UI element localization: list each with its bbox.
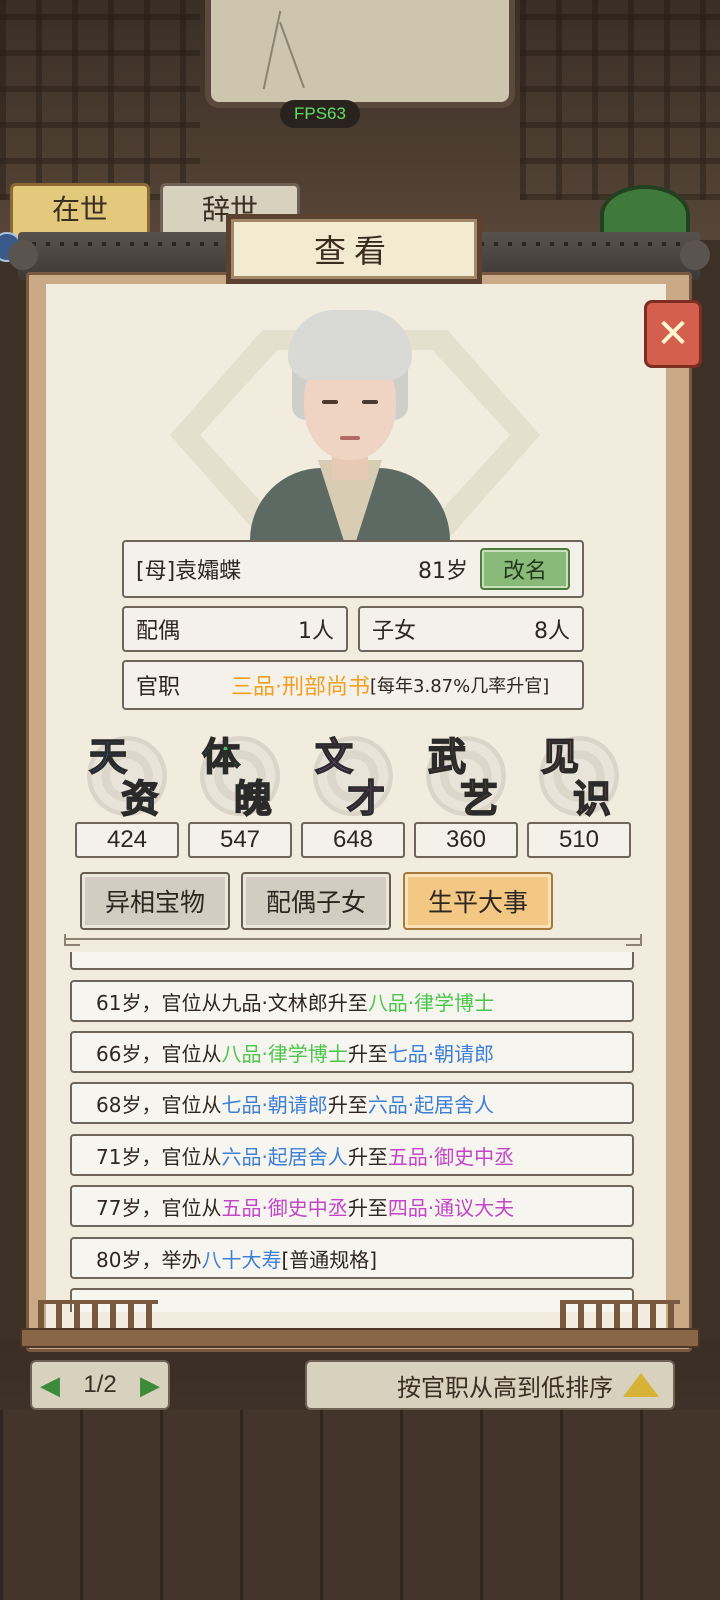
roof-ornament	[8, 240, 38, 270]
sort-label: 按官职从高到低排序	[397, 1373, 613, 1402]
name-row: [母]袁孀蝶 81岁 改名	[122, 540, 584, 598]
tab-spouse-children[interactable]: 配偶子女	[241, 872, 391, 930]
spouse-row: 配偶 1人	[122, 606, 348, 652]
list-item	[70, 952, 634, 970]
next-page-icon[interactable]: ▶	[140, 1370, 160, 1401]
office-rank: 三品·刑部尚书	[231, 675, 370, 700]
attribute-value: 424	[75, 822, 179, 858]
window-lattice	[520, 0, 720, 200]
attribute-knowledge: 见 识 510	[527, 724, 631, 858]
children-value: 8人	[534, 619, 570, 644]
attribute-value: 547	[188, 822, 292, 858]
roof-ornament	[680, 240, 710, 270]
children-row: 子女 8人	[358, 606, 584, 652]
wall-painting	[205, 0, 515, 108]
spouse-label: 配偶	[136, 619, 181, 644]
attribute-martial: 武 艺 360	[414, 724, 518, 858]
office-label: 官职	[136, 675, 181, 700]
modal-title: 查看	[226, 214, 482, 284]
attribute-char: 识	[572, 775, 612, 822]
promotion-rate: [每年3.87%几率升官]	[370, 676, 550, 697]
list-item: 77岁，官位从 五品·御史中丞 升至 四品·通议大夫	[70, 1185, 634, 1227]
prev-page-icon[interactable]: ◀	[40, 1370, 60, 1401]
tab-life-events[interactable]: 生平大事	[403, 872, 553, 930]
attribute-char: 资	[120, 775, 160, 822]
rename-button[interactable]: 改名	[480, 548, 570, 590]
attribute-talent: 天 资 424	[75, 724, 179, 858]
sort-triangle-icon	[623, 1373, 659, 1397]
page-indicator: 1/2	[83, 1371, 117, 1398]
list-item: 68岁，官位从 七品·朝请郎 升至 六品·起居舍人	[70, 1082, 634, 1124]
children-label: 子女	[372, 619, 417, 644]
spouse-value: 1人	[298, 619, 334, 644]
list-item: 66岁，官位从 八品·律学博士 升至 七品·朝请郎	[70, 1031, 634, 1073]
life-events-list[interactable]: 61岁，官位从九品·文林郎升至 八品·律学博士 66岁，官位从 八品·律学博士 升至七…	[70, 952, 636, 1312]
pager: ◀ 1/2 ▶	[30, 1360, 170, 1410]
fps-counter: FPS63	[280, 100, 360, 128]
list-item: 71岁，官位从 六品·起居舍人 升至 五品·御史中丞	[70, 1134, 634, 1176]
close-icon: ✕	[656, 311, 690, 357]
character-age: 81岁	[418, 559, 468, 584]
attribute-value: 510	[527, 822, 631, 858]
office-row: 官职 三品·刑部尚书 [每年3.87%几率升官]	[122, 660, 584, 710]
attribute-value: 360	[414, 822, 518, 858]
list-item: 61岁，官位从九品·文林郎升至 八品·律学博士	[70, 980, 634, 1022]
window-lattice	[0, 0, 200, 200]
character-name: [母]袁孀蝶	[136, 559, 242, 584]
close-button[interactable]: ✕	[644, 300, 702, 368]
attribute-char: 艺	[459, 775, 499, 822]
list-border	[64, 934, 642, 950]
attribute-physique: 体 魄 547	[188, 724, 292, 858]
character-portrait	[240, 300, 460, 540]
sort-button[interactable]: 按官职从高到低排序	[305, 1360, 675, 1410]
attribute-char: 魄	[233, 775, 273, 822]
attribute-value: 648	[301, 822, 405, 858]
list-item: 80岁，举办 八十大寿 [普通规格]	[70, 1237, 634, 1279]
tab-treasures[interactable]: 异相宝物	[80, 872, 230, 930]
attribute-literary: 文 才 648	[301, 724, 405, 858]
attribute-char: 才	[346, 775, 386, 822]
modal-bottom-rail	[20, 1300, 700, 1354]
